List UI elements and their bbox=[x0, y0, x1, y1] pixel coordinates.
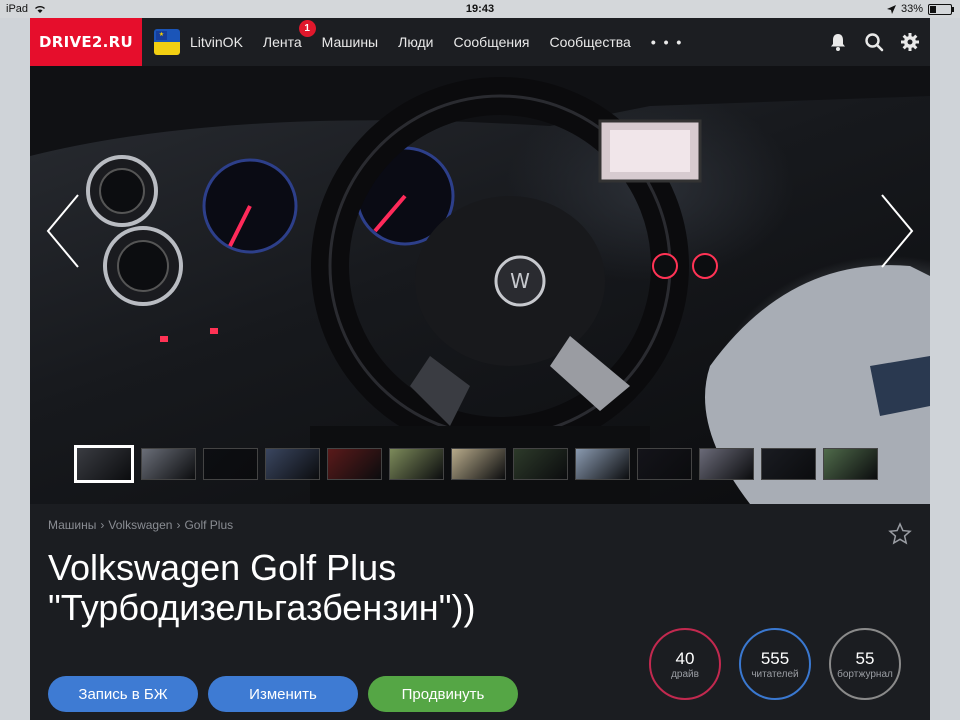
stat-drive-label: драйв bbox=[671, 668, 699, 680]
stat-readers-label: читателей bbox=[751, 668, 799, 680]
notification-badge: 1 bbox=[298, 20, 316, 37]
main-nav: Лента 1 Машины Люди Сообщения Сообщества… bbox=[262, 20, 683, 50]
user-avatar: ★ bbox=[154, 29, 180, 55]
site-logo[interactable]: DRIVE2.RU bbox=[30, 18, 142, 66]
stat-readers-value: 555 bbox=[760, 648, 790, 668]
svg-text:W: W bbox=[510, 269, 530, 293]
car-title-line-2: "Турбодизельгазбензин")) bbox=[48, 587, 476, 628]
photo-thumbnail[interactable] bbox=[203, 448, 258, 480]
stat-readers[interactable]: 555 читателей bbox=[739, 628, 811, 700]
breadcrumb-separator: › bbox=[100, 518, 105, 532]
car-info-panel: Машины › Volkswagen › Golf Plus Volkswag… bbox=[30, 504, 930, 720]
photo-thumbnail[interactable] bbox=[513, 448, 568, 480]
car-title: Volkswagen Golf Plus "Турбодизельгазбенз… bbox=[48, 548, 648, 628]
prev-photo-button[interactable] bbox=[42, 191, 86, 271]
car-interior-photo: W bbox=[30, 66, 930, 504]
nav-messages[interactable]: Сообщения bbox=[454, 34, 530, 50]
breadcrumb-separator: › bbox=[176, 518, 181, 532]
next-photo-button[interactable] bbox=[874, 191, 918, 271]
photo-thumbnails bbox=[74, 445, 878, 483]
photo-thumbnail[interactable] bbox=[74, 445, 134, 483]
username: LitvinOK bbox=[190, 34, 243, 50]
breadcrumb-cars[interactable]: Машины bbox=[48, 518, 96, 532]
location-icon bbox=[886, 4, 896, 14]
photo-thumbnail[interactable] bbox=[637, 448, 692, 480]
nav-feed[interactable]: Лента 1 bbox=[262, 20, 316, 50]
stat-logbook-value: 55 bbox=[855, 648, 875, 668]
stat-logbook-label: бортжурнал bbox=[837, 668, 893, 680]
stat-drive[interactable]: 40 драйв bbox=[649, 628, 721, 700]
star-icon[interactable] bbox=[888, 522, 912, 546]
car-title-line-1: Volkswagen Golf Plus bbox=[48, 547, 397, 588]
app-window: DRIVE2.RU ★ LitvinOK Лента 1 Машины Люди… bbox=[30, 18, 930, 720]
bell-icon[interactable] bbox=[828, 32, 848, 52]
photo-thumbnail[interactable] bbox=[823, 448, 878, 480]
search-icon[interactable] bbox=[864, 32, 884, 52]
add-journal-entry-button[interactable]: Запись в БЖ bbox=[48, 676, 198, 712]
nav-cars[interactable]: Машины bbox=[322, 34, 378, 50]
photo-thumbnail[interactable] bbox=[141, 448, 196, 480]
promote-button[interactable]: Продвинуть bbox=[368, 676, 518, 712]
user-profile-link[interactable]: ★ LitvinOK bbox=[154, 29, 243, 55]
nav-feed-label: Лента bbox=[262, 34, 302, 50]
status-time: 19:43 bbox=[465, 3, 495, 15]
breadcrumb-brand[interactable]: Volkswagen bbox=[108, 518, 172, 532]
photo-thumbnail[interactable] bbox=[389, 448, 444, 480]
photo-thumbnail[interactable] bbox=[761, 448, 816, 480]
nav-communities[interactable]: Сообщества bbox=[549, 34, 630, 50]
main-photo[interactable]: W bbox=[30, 66, 930, 504]
status-bar: iPad 19:43 33% bbox=[0, 0, 960, 18]
breadcrumb: Машины › Volkswagen › Golf Plus bbox=[48, 518, 233, 532]
battery-icon bbox=[928, 3, 954, 15]
nav-people[interactable]: Люди bbox=[398, 34, 433, 50]
photo-thumbnail[interactable] bbox=[327, 448, 382, 480]
edit-button[interactable]: Изменить bbox=[208, 676, 358, 712]
photo-thumbnail[interactable] bbox=[265, 448, 320, 480]
more-menu-button[interactable]: • • • bbox=[651, 34, 683, 50]
stat-drive-value: 40 bbox=[675, 648, 695, 668]
photo-thumbnail[interactable] bbox=[575, 448, 630, 480]
breadcrumb-model[interactable]: Golf Plus bbox=[184, 518, 233, 532]
gear-icon[interactable] bbox=[900, 32, 920, 52]
photo-thumbnail[interactable] bbox=[451, 448, 506, 480]
battery-percent: 33% bbox=[900, 3, 923, 15]
top-navbar: DRIVE2.RU ★ LitvinOK Лента 1 Машины Люди… bbox=[30, 18, 930, 66]
car-stats: 40 драйв 555 читателей 55 бортжурнал bbox=[649, 628, 901, 700]
photo-thumbnail[interactable] bbox=[699, 448, 754, 480]
stat-logbook[interactable]: 55 бортжурнал bbox=[829, 628, 901, 700]
